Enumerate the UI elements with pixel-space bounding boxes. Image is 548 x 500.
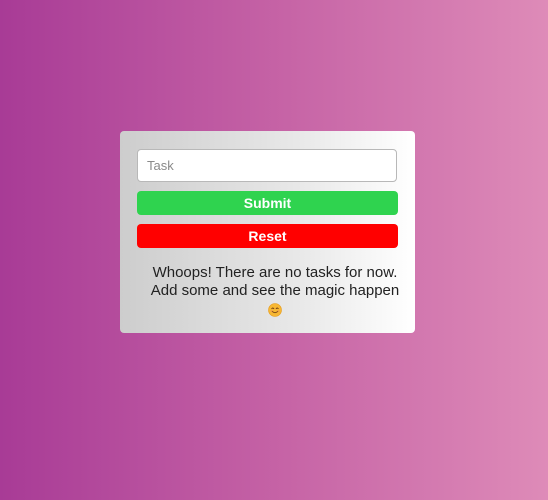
- task-input[interactable]: [137, 149, 397, 182]
- empty-state-message: Whoops! There are no tasks for now. Add …: [150, 264, 400, 318]
- empty-state-line-1: Whoops! There are no tasks for now.: [152, 264, 398, 281]
- todo-card: Submit Reset Whoops! There are no tasks …: [120, 131, 415, 333]
- submit-button[interactable]: Submit: [137, 191, 398, 215]
- smiling-face-icon: [268, 303, 282, 317]
- reset-button[interactable]: Reset: [137, 224, 398, 248]
- empty-state-line-2: Add some and see the magic happen: [150, 282, 400, 299]
